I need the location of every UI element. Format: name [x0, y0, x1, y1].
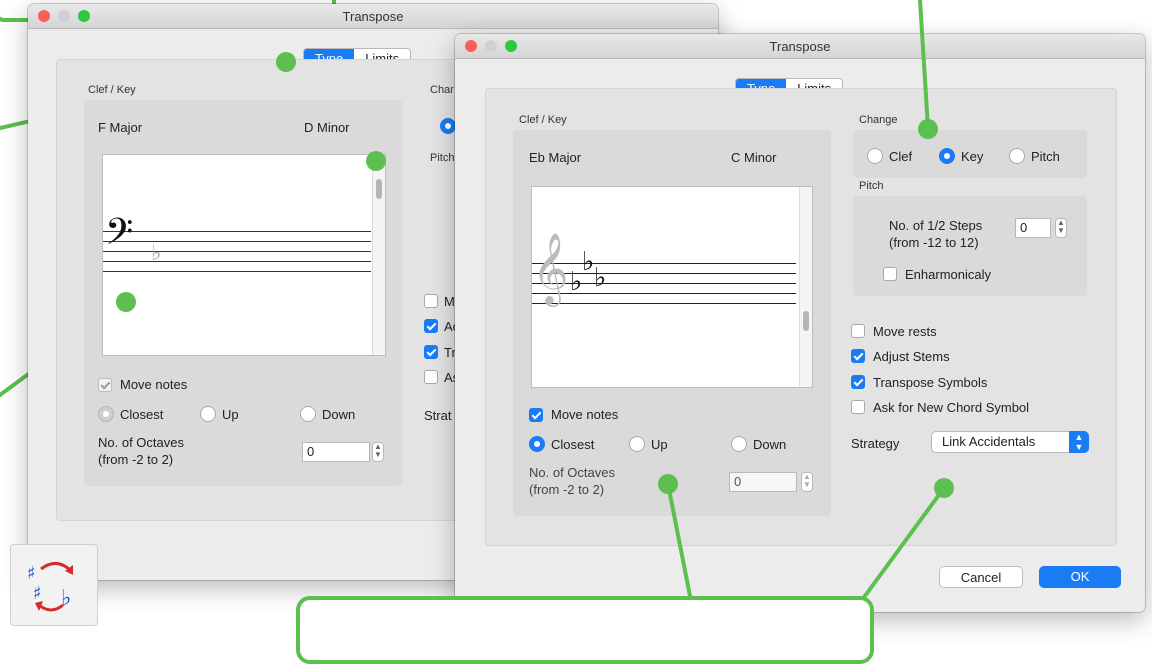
callout-dot	[276, 52, 296, 72]
callout-lines-front	[666, 0, 946, 602]
callout-box-bottom	[296, 596, 874, 664]
callout-dot	[366, 151, 386, 171]
callout-dot	[918, 119, 938, 139]
callout-dot	[934, 478, 954, 498]
callout-dot	[116, 292, 136, 312]
callout-dot	[658, 474, 678, 494]
